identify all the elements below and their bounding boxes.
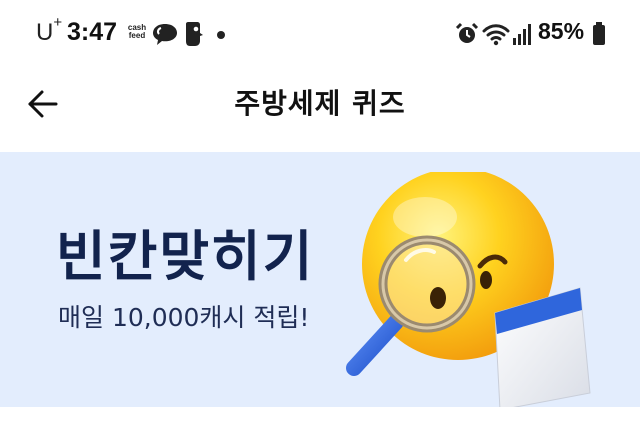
page-header: 주방세제 퀴즈 — [0, 68, 640, 152]
alarm-icon — [455, 22, 479, 43]
cashfeed-notification-icon: cash feed — [127, 23, 147, 40]
battery-icon — [593, 22, 605, 45]
notification-icon — [186, 22, 203, 46]
clock: 3:47 — [67, 18, 118, 46]
banner-title: 빈칸맞히기 — [56, 225, 315, 288]
carrier-label: U+ — [36, 14, 63, 46]
quiz-banner[interactable]: 빈칸맞히기 매일 10,000캐시 적립! — [0, 152, 640, 407]
status-bar: U+ 3:47 cash feed 85% — [0, 0, 640, 68]
battery-percent: 85% — [538, 18, 585, 44]
magnifier-emoji-illustration — [346, 172, 591, 407]
more-notifications-dot — [217, 31, 225, 39]
signal-icon — [513, 24, 531, 45]
wifi-icon — [482, 24, 510, 46]
page-title: 주방세제 퀴즈 — [234, 87, 406, 120]
talk-icon — [153, 24, 177, 45]
banner-subtitle: 매일 10,000캐시 적립! — [58, 303, 310, 332]
content-area — [0, 407, 640, 440]
